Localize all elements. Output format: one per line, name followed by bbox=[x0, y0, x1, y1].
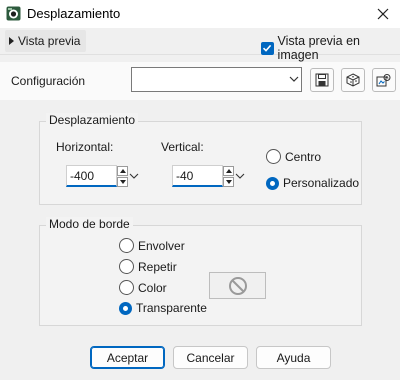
no-color-icon bbox=[228, 276, 247, 295]
arrow-down-icon bbox=[119, 180, 126, 184]
horizontal-input[interactable]: -400 bbox=[66, 165, 117, 187]
horizontal-dropdown[interactable] bbox=[128, 165, 140, 187]
radio-label: Repetir bbox=[138, 259, 177, 274]
radio-label: Personalizado bbox=[283, 176, 360, 190]
arrow-down-icon bbox=[225, 180, 232, 184]
vertical-input[interactable]: -40 bbox=[172, 165, 223, 187]
config-combo[interactable] bbox=[131, 67, 302, 92]
checkmark-icon bbox=[263, 44, 272, 52]
radio-button-selected[interactable] bbox=[119, 301, 132, 315]
chevron-down-icon bbox=[129, 173, 139, 179]
radio-button[interactable] bbox=[266, 149, 281, 164]
radio-label: Color bbox=[138, 280, 167, 295]
cancel-button[interactable]: Cancelar bbox=[173, 346, 248, 369]
radio-centro[interactable]: Centro bbox=[266, 149, 321, 164]
close-button[interactable] bbox=[370, 3, 396, 25]
radio-transparente[interactable]: Transparente bbox=[119, 301, 207, 315]
preview-checkbox[interactable] bbox=[261, 41, 274, 55]
horizontal-increment[interactable] bbox=[117, 166, 128, 176]
radio-button[interactable] bbox=[119, 259, 134, 274]
window-title: Desplazamiento bbox=[27, 6, 121, 21]
vertical-label: Vertical: bbox=[161, 140, 204, 154]
random-icon bbox=[346, 73, 360, 87]
preset-manager-button[interactable] bbox=[372, 68, 396, 92]
preview-checkbox-row[interactable]: Vista previa en imagen bbox=[261, 34, 400, 62]
radio-label: Centro bbox=[285, 149, 322, 164]
save-preset-button[interactable] bbox=[310, 68, 334, 92]
randomize-button[interactable] bbox=[341, 68, 365, 92]
radio-personalizado[interactable]: Personalizado bbox=[266, 176, 359, 190]
radio-button[interactable] bbox=[119, 280, 134, 295]
ok-button[interactable]: Aceptar bbox=[90, 346, 165, 369]
preview-toggle-label: Vista previa bbox=[18, 34, 81, 48]
chevron-down-icon bbox=[235, 173, 245, 179]
radio-button-selected[interactable] bbox=[266, 176, 279, 190]
edge-mode-group-title: Modo de borde bbox=[46, 217, 133, 231]
vertical-value: -40 bbox=[176, 168, 194, 183]
help-button[interactable]: Ayuda bbox=[256, 346, 331, 369]
horizontal-value: -400 bbox=[70, 168, 95, 183]
radio-label: Transparente bbox=[136, 301, 207, 315]
vertical-decrement[interactable] bbox=[223, 177, 234, 187]
radio-envolver[interactable]: Envolver bbox=[119, 238, 185, 253]
vertical-increment[interactable] bbox=[223, 166, 234, 176]
arrow-up-icon bbox=[119, 169, 126, 173]
displacement-group-title: Desplazamiento bbox=[46, 113, 139, 127]
radio-repetir[interactable]: Repetir bbox=[119, 259, 177, 274]
preset-icon bbox=[376, 74, 391, 87]
radio-label: Envolver bbox=[138, 238, 185, 253]
horizontal-decrement[interactable] bbox=[117, 177, 128, 187]
color-swatch-button[interactable] bbox=[209, 272, 266, 299]
chevron-down-icon[interactable] bbox=[288, 72, 300, 86]
horizontal-label: Horizontal: bbox=[56, 140, 114, 154]
preview-toggle[interactable]: Vista previa bbox=[5, 30, 87, 52]
preview-checkbox-label: Vista previa en imagen bbox=[277, 34, 361, 62]
radio-color[interactable]: Color bbox=[119, 280, 167, 295]
app-icon bbox=[6, 6, 21, 21]
radio-button[interactable] bbox=[119, 238, 134, 253]
vertical-dropdown[interactable] bbox=[234, 165, 246, 187]
arrow-up-icon bbox=[225, 169, 232, 173]
config-label: Configuración bbox=[11, 74, 86, 88]
expand-triangle-icon bbox=[9, 37, 14, 45]
close-icon bbox=[377, 8, 389, 20]
save-icon bbox=[315, 73, 329, 87]
